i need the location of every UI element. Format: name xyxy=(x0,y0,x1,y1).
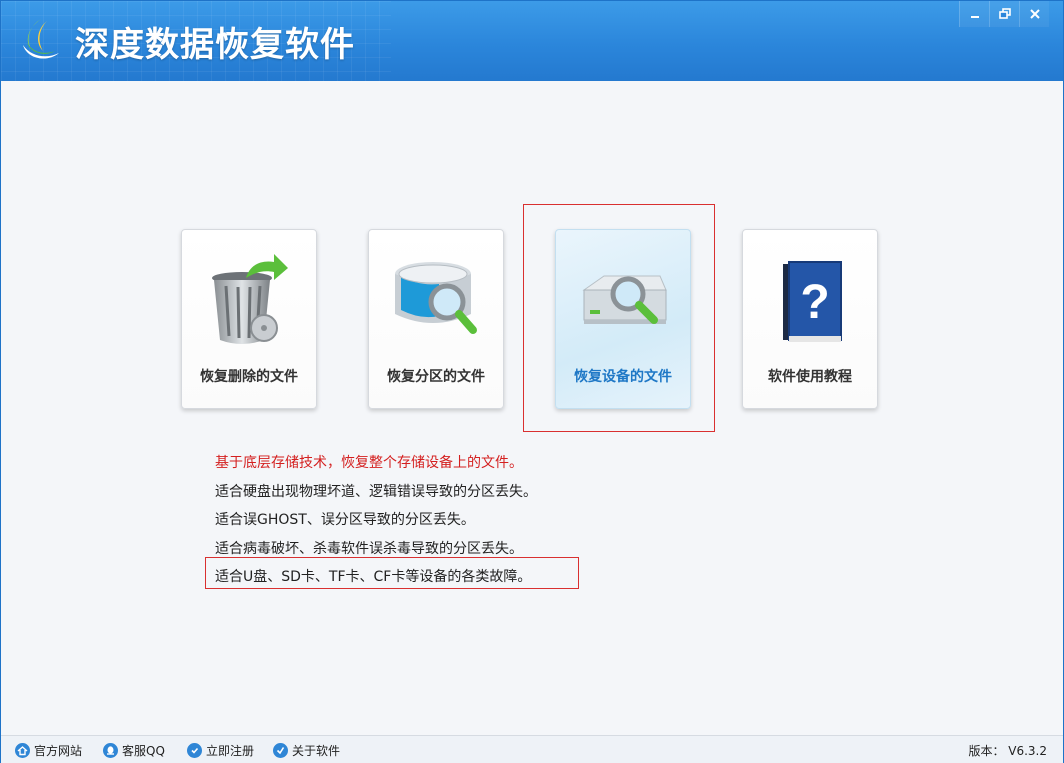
description-line: 适合误GHOST、误分区导致的分区丢失。 xyxy=(215,512,475,528)
title-bar[interactable]: 深度数据恢复软件 xyxy=(1,1,1063,81)
minimize-button[interactable] xyxy=(959,1,989,27)
qq-icon xyxy=(103,743,118,758)
version-label: 版本： V6.3.2 xyxy=(968,744,1047,758)
footer-link-register[interactable]: 立即注册 xyxy=(187,742,254,759)
home-icon xyxy=(15,743,30,758)
footer-link-qq[interactable]: 客服QQ xyxy=(103,742,165,759)
minimize-icon xyxy=(970,16,979,18)
app-title: 深度数据恢复软件 xyxy=(75,25,355,65)
close-button[interactable] xyxy=(1019,1,1049,27)
footer-link-label: 客服QQ xyxy=(122,744,165,758)
close-icon xyxy=(1029,9,1040,19)
description-highlight-frame xyxy=(205,557,579,589)
footer-link-label: 立即注册 xyxy=(206,744,255,758)
svg-text:?: ? xyxy=(800,276,829,329)
about-icon xyxy=(273,743,288,758)
selection-frame xyxy=(523,204,715,432)
card-tutorial[interactable]: ? 软件使用教程 xyxy=(742,229,878,409)
card-label: 软件使用教程 xyxy=(768,369,852,385)
restore-button[interactable] xyxy=(989,1,1019,27)
restore-icon xyxy=(998,8,1011,19)
card-label: 恢复删除的文件 xyxy=(200,369,298,385)
app-window: 深度数据恢复软件 恢复删除的文件 恢复分区的文件 恢复设备的文件 ? 软件使用教… xyxy=(0,0,1064,763)
footer-link-website[interactable]: 官方网站 xyxy=(15,742,82,759)
footer-link-about[interactable]: 关于软件 xyxy=(273,742,340,759)
window-controls xyxy=(959,1,1049,27)
footer-link-label: 关于软件 xyxy=(292,744,341,758)
card-restore-partition[interactable]: 恢复分区的文件 xyxy=(368,229,504,409)
app-logo-icon xyxy=(23,19,59,59)
card-restore-deleted[interactable]: 恢复删除的文件 xyxy=(181,229,317,409)
description-line: 适合硬盘出现物理坏道、逻辑错误导致的分区丢失。 xyxy=(215,483,537,500)
trash-restore-icon xyxy=(212,254,288,344)
status-bar: 官方网站 客服QQ 立即注册 关于软件 版本： V6.3.2 xyxy=(1,735,1063,763)
card-label: 恢复分区的文件 xyxy=(387,369,485,385)
help-book-icon: ? xyxy=(783,261,842,342)
footer-link-label: 官方网站 xyxy=(34,744,83,758)
register-icon xyxy=(187,743,202,758)
description-headline: 基于底层存储技术，恢复整个存储设备上的文件。 xyxy=(215,455,523,471)
partition-scan-icon xyxy=(395,262,477,334)
